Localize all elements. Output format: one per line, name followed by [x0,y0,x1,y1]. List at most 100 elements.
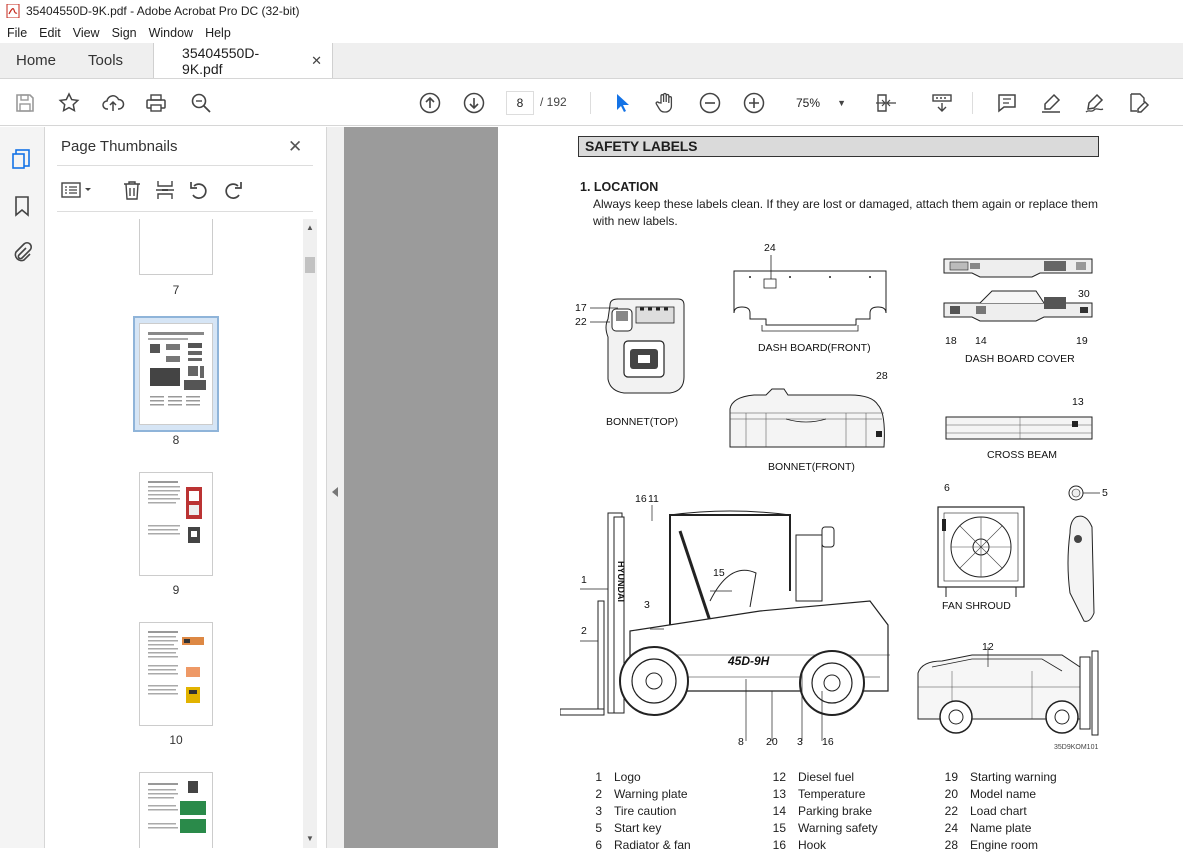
start-key-console-drawing [1067,485,1100,622]
page-number-input[interactable]: 8 [506,91,534,115]
thumbnail-page-7[interactable] [139,219,213,275]
callout-5: 5 [1102,487,1108,499]
bookmark-icon[interactable] [11,195,33,217]
thumbnail-page-9[interactable] [139,472,213,576]
scroll-mode-icon[interactable] [930,91,954,115]
thumbnail-label: 9 [172,583,180,597]
legend-item: 14 Parking brake [764,803,878,820]
page-fit-icon[interactable] [874,91,908,115]
thumbnail-page-11[interactable] [139,772,213,848]
rotate-clockwise-icon[interactable] [222,179,244,201]
callout-leaders [590,307,618,323]
save-icon[interactable] [13,91,37,115]
select-cursor-icon[interactable] [610,91,634,115]
panel-collapse-splitter[interactable] [326,127,344,848]
legend-item: 19 Starting warning [936,769,1057,786]
instruction-paragraph: Always keep these labels clean. If they … [593,197,1098,228]
legend-number: 14 [772,804,786,818]
model-name-text: 45D-9H [727,654,770,668]
previous-page-icon[interactable] [418,91,442,115]
callout-15: 15 [713,567,725,579]
callout-14: 14 [975,335,987,347]
panel-title: Page Thumbnails [61,138,178,155]
close-panel-icon[interactable]: ✕ [288,137,302,157]
legend-item: 13 Temperature [764,786,878,803]
zoom-in-icon[interactable] [742,91,766,115]
collapse-arrow-icon[interactable] [332,487,338,497]
legend-number: 16 [772,838,786,852]
menu-view[interactable]: View [66,26,105,40]
attachment-paperclip-icon[interactable] [11,241,33,263]
scroll-down-icon[interactable]: ▼ [306,834,314,843]
legend-text: Tire caution [614,804,677,818]
page-11-preview [148,781,206,833]
legend-text: Starting warning [970,770,1057,784]
scrollbar-thumb[interactable] [305,257,315,273]
tab-tools[interactable]: Tools [72,43,139,78]
zoom-out-icon[interactable] [698,91,722,115]
legend-item: 6 Radiator & fan [580,837,690,854]
forklift-side-view-drawing: 45D-9H HYUNDAI [560,505,890,741]
callout-11: 11 [648,493,659,505]
dash-board-front-label: DASH BOARD(FRONT) [758,342,871,354]
menu-sign[interactable]: Sign [105,26,142,40]
highlight-pen-icon[interactable] [1039,91,1063,115]
page-thumbnails-icon[interactable] [11,148,33,170]
dash-board-cover-label: DASH BOARD COVER [965,353,1075,365]
fan-shroud-label: FAN SHROUD [942,600,1011,612]
legend-text: Logo [614,770,641,784]
edit-pdf-icon[interactable] [1126,91,1150,115]
star-bookmark-icon[interactable] [57,91,81,115]
close-tab-icon[interactable]: ✕ [311,53,322,69]
tab-home[interactable]: Home [0,43,72,78]
tab-document[interactable]: 35404550D-9K.pdf ✕ [153,43,334,78]
print-icon[interactable] [144,91,168,115]
legend-column-1: 1 Logo 2 Warning plate 3 Tire caution 5 Star… [580,769,690,854]
legend-text: Engine room [970,838,1039,852]
hand-tool-icon[interactable] [653,91,677,115]
thumbnail-page-10[interactable] [139,622,213,726]
legend-number: 20 [944,787,958,801]
next-page-icon[interactable] [462,91,486,115]
pdf-page: SAFETY LABELS 1. LOCATION Always keep th… [498,127,1183,852]
callout-22: 22 [575,316,587,328]
legend-text: Temperature [798,787,866,801]
callout-30: 30 [1078,288,1090,300]
menu-help[interactable]: Help [198,26,236,40]
engine-room-drawing [917,647,1099,736]
callout-12: 12 [982,641,994,653]
figure-code: 35D9KOM101 [1054,744,1099,751]
scroll-up-icon[interactable]: ▲ [306,223,314,232]
insert-page-icon[interactable] [154,179,176,201]
legend-number: 28 [944,838,958,852]
rotate-counterclockwise-icon[interactable] [188,179,210,201]
dash-board-cover-drawing [943,258,1093,322]
legend-number: 2 [595,787,602,801]
document-view[interactable]: SAFETY LABELS 1. LOCATION Always keep th… [344,127,1183,852]
callout-28: 28 [876,370,888,382]
window-title: 35404550D-9K.pdf - Adobe Acrobat Pro DC … [26,4,300,18]
legend-column-2: 12 Diesel fuel 13 Temperature 14 Parking br… [764,769,878,854]
menu-edit[interactable]: Edit [32,26,66,40]
legend-item: 16 Hook [764,837,878,854]
legend-number: 19 [944,770,958,784]
callout-13: 13 [1072,396,1084,408]
left-rail [0,127,45,848]
thumbnail-page-8[interactable] [139,323,213,425]
cross-beam-label: CROSS BEAM [987,449,1058,461]
callout-2: 2 [581,625,587,637]
thumbnail-options-menu-icon[interactable] [61,179,95,201]
comment-icon[interactable] [995,91,1019,115]
menu-window[interactable]: Window [142,26,198,40]
fan-shroud-drawing [937,506,1025,597]
toolbar-divider [590,92,591,114]
draw-sign-icon[interactable] [1083,91,1107,115]
upload-cloud-icon[interactable] [101,91,125,115]
menu-file[interactable]: File [0,26,32,40]
zoom-level-select[interactable]: 75% ▼ [788,91,852,115]
zoom-search-icon[interactable] [189,91,213,115]
callout-19: 19 [1076,335,1088,347]
delete-trash-icon[interactable] [121,179,143,201]
thumbnail-scrollbar[interactable]: ▲ ▼ [303,219,317,848]
toolbar-divider [972,92,973,114]
